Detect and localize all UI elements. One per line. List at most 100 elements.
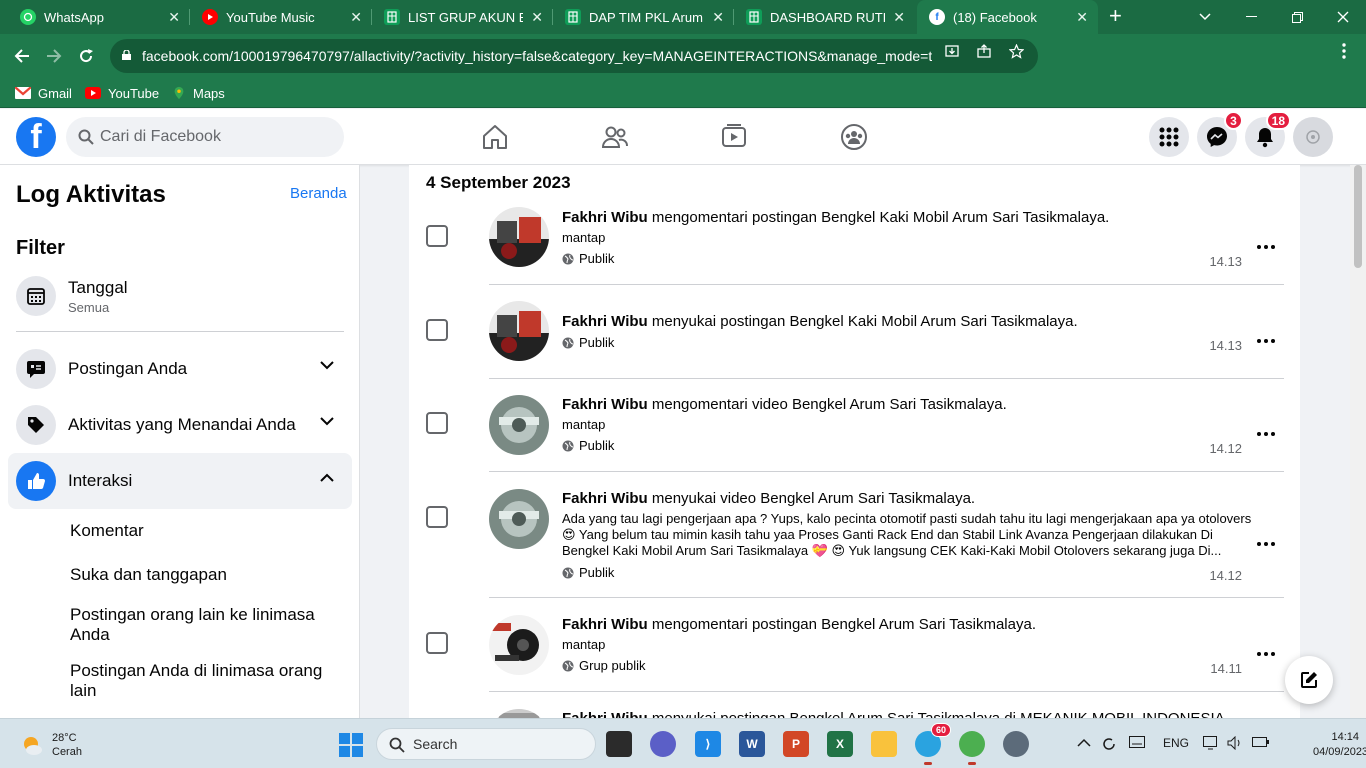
- address-bar[interactable]: facebook.com/100019796470797/allactivity…: [110, 39, 1038, 73]
- reload-button[interactable]: [74, 44, 98, 68]
- activity-object[interactable]: video Bengkel Arum Sari Tasikmalaya.: [720, 490, 975, 507]
- menu-grid-button[interactable]: [1149, 117, 1189, 157]
- close-icon[interactable]: ✕: [531, 9, 543, 26]
- system-clock[interactable]: 14:14 04/09/2023: [1313, 730, 1366, 760]
- groups-icon[interactable]: [840, 123, 868, 151]
- scrollbar-thumb[interactable]: [1354, 165, 1362, 268]
- tab-facebook[interactable]: f (18) Facebook ✕: [917, 0, 1098, 34]
- actor-name[interactable]: Fakhri Wibu: [562, 209, 648, 226]
- friends-icon[interactable]: [601, 123, 629, 151]
- actor-name[interactable]: Fakhri Wibu: [562, 616, 648, 633]
- avatar[interactable]: [489, 709, 549, 718]
- close-icon[interactable]: ✕: [168, 9, 180, 26]
- activity-object[interactable]: video Bengkel Arum Sari Tasikmalaya.: [752, 396, 1007, 413]
- keyboard-icon[interactable]: [1129, 736, 1145, 751]
- close-icon[interactable]: ✕: [350, 9, 362, 26]
- more-options-button[interactable]: [1256, 644, 1276, 664]
- powerpoint-icon[interactable]: P: [783, 731, 809, 757]
- select-checkbox[interactable]: [426, 412, 448, 434]
- share-icon[interactable]: [976, 43, 992, 59]
- home-link[interactable]: Beranda: [290, 185, 347, 202]
- volume-icon[interactable]: [1227, 735, 1243, 753]
- word-icon[interactable]: W: [739, 731, 765, 757]
- more-options-button[interactable]: [1256, 424, 1276, 444]
- avatar[interactable]: [489, 301, 549, 361]
- excel-icon[interactable]: X: [827, 731, 853, 757]
- close-icon[interactable]: ✕: [712, 9, 724, 26]
- sub-item-postingan-anda-linimasa[interactable]: Postingan Anda di linimasa orang lain: [70, 661, 330, 701]
- more-options-button[interactable]: [1256, 534, 1276, 554]
- avatar[interactable]: [489, 615, 549, 675]
- home-icon[interactable]: [481, 123, 509, 151]
- activity-object[interactable]: postingan Bengkel Kaki Mobil Arum Sari T…: [720, 313, 1077, 330]
- start-button[interactable]: [339, 733, 363, 757]
- avatar[interactable]: [489, 489, 549, 549]
- date-filter[interactable]: Tanggal Semua: [8, 268, 352, 324]
- select-checkbox[interactable]: [426, 506, 448, 528]
- network-icon[interactable]: [1203, 736, 1219, 753]
- bookmark-youtube[interactable]: YouTube: [85, 83, 159, 103]
- new-message-button[interactable]: [1285, 656, 1333, 704]
- messenger-button[interactable]: 3: [1197, 111, 1243, 157]
- tab-dashboard[interactable]: DASHBOARD RUTINIT ✕: [734, 0, 915, 34]
- tab-list-grup[interactable]: LIST GRUP AKUN BEN ✕: [372, 0, 553, 34]
- chat-icon[interactable]: [650, 731, 676, 757]
- facebook-search[interactable]: [66, 117, 344, 157]
- watch-video-icon[interactable]: [720, 123, 748, 151]
- back-button[interactable]: [10, 44, 34, 68]
- settings-gear-icon[interactable]: [1003, 731, 1029, 757]
- notifications-button[interactable]: 18: [1245, 111, 1291, 157]
- minimize-button[interactable]: [1228, 0, 1274, 34]
- actor-name[interactable]: Fakhri Wibu: [562, 396, 648, 413]
- tab-dap-tim[interactable]: DAP TIM PKL Arum Sa ✕: [553, 0, 734, 34]
- install-icon[interactable]: [944, 43, 960, 59]
- bookmark-maps[interactable]: Maps: [172, 83, 225, 103]
- bookmark-star-icon[interactable]: [1008, 43, 1024, 59]
- actor-name[interactable]: Fakhri Wibu: [562, 313, 648, 330]
- weather-widget[interactable]: 28°C Cerah: [20, 731, 82, 759]
- facebook-logo[interactable]: f: [16, 117, 56, 157]
- taskbar-search[interactable]: Search: [376, 728, 596, 760]
- account-avatar[interactable]: [1293, 117, 1333, 157]
- close-icon[interactable]: ✕: [893, 9, 905, 26]
- chrome-icon[interactable]: [959, 731, 985, 765]
- battery-icon[interactable]: [1252, 736, 1270, 751]
- close-icon[interactable]: ✕: [1076, 9, 1088, 26]
- tab-whatsapp[interactable]: WhatsApp ✕: [8, 0, 190, 34]
- telegram-icon[interactable]: 60: [915, 723, 951, 765]
- activity-object[interactable]: postingan Bengkel Kaki Mobil Arum Sari T…: [752, 209, 1109, 226]
- chevron-up-icon[interactable]: [1077, 736, 1091, 750]
- restore-button[interactable]: [1274, 0, 1320, 34]
- scrollbar[interactable]: [1350, 165, 1366, 718]
- actor-name[interactable]: Fakhri Wibu: [562, 710, 648, 718]
- forward-button[interactable]: [42, 44, 66, 68]
- section-interaksi[interactable]: Interaksi: [8, 453, 352, 509]
- task-view-icon[interactable]: [606, 731, 632, 757]
- language-indicator[interactable]: ENG: [1163, 736, 1189, 750]
- privacy-label: Publik: [579, 251, 615, 266]
- sub-item-komentar[interactable]: Komentar: [70, 521, 330, 541]
- vscode-icon[interactable]: ⟩: [695, 731, 721, 757]
- close-window-button[interactable]: [1320, 0, 1366, 34]
- activity-object-page[interactable]: Bengkel Arum Sari Tasikmalaya.: [821, 616, 1036, 633]
- bookmark-gmail[interactable]: Gmail: [15, 83, 72, 103]
- section-aktivitas-menandai[interactable]: Aktivitas yang Menandai Anda: [8, 397, 352, 453]
- sync-icon[interactable]: [1101, 736, 1117, 755]
- file-explorer-icon[interactable]: [871, 731, 897, 757]
- new-tab-button[interactable]: +: [1109, 5, 1122, 27]
- avatar[interactable]: [489, 207, 549, 267]
- menu-kebab-icon[interactable]: [1336, 43, 1352, 59]
- search-input[interactable]: [100, 128, 330, 146]
- section-postingan-anda[interactable]: Postingan Anda: [8, 341, 352, 397]
- sub-item-suka-tanggapan[interactable]: Suka dan tanggapan: [70, 565, 330, 585]
- select-checkbox[interactable]: [426, 632, 448, 654]
- select-checkbox[interactable]: [426, 225, 448, 247]
- avatar[interactable]: [489, 395, 549, 455]
- select-checkbox[interactable]: [426, 319, 448, 341]
- more-options-button[interactable]: [1256, 331, 1276, 351]
- tab-search-chevron-icon[interactable]: [1182, 0, 1228, 34]
- tab-youtube-music[interactable]: YouTube Music ✕: [190, 0, 372, 34]
- actor-name[interactable]: Fakhri Wibu: [562, 490, 648, 507]
- more-options-button[interactable]: [1256, 237, 1276, 257]
- sub-item-postingan-orang-lain[interactable]: Postingan orang lain ke linimasa Anda: [70, 605, 330, 645]
